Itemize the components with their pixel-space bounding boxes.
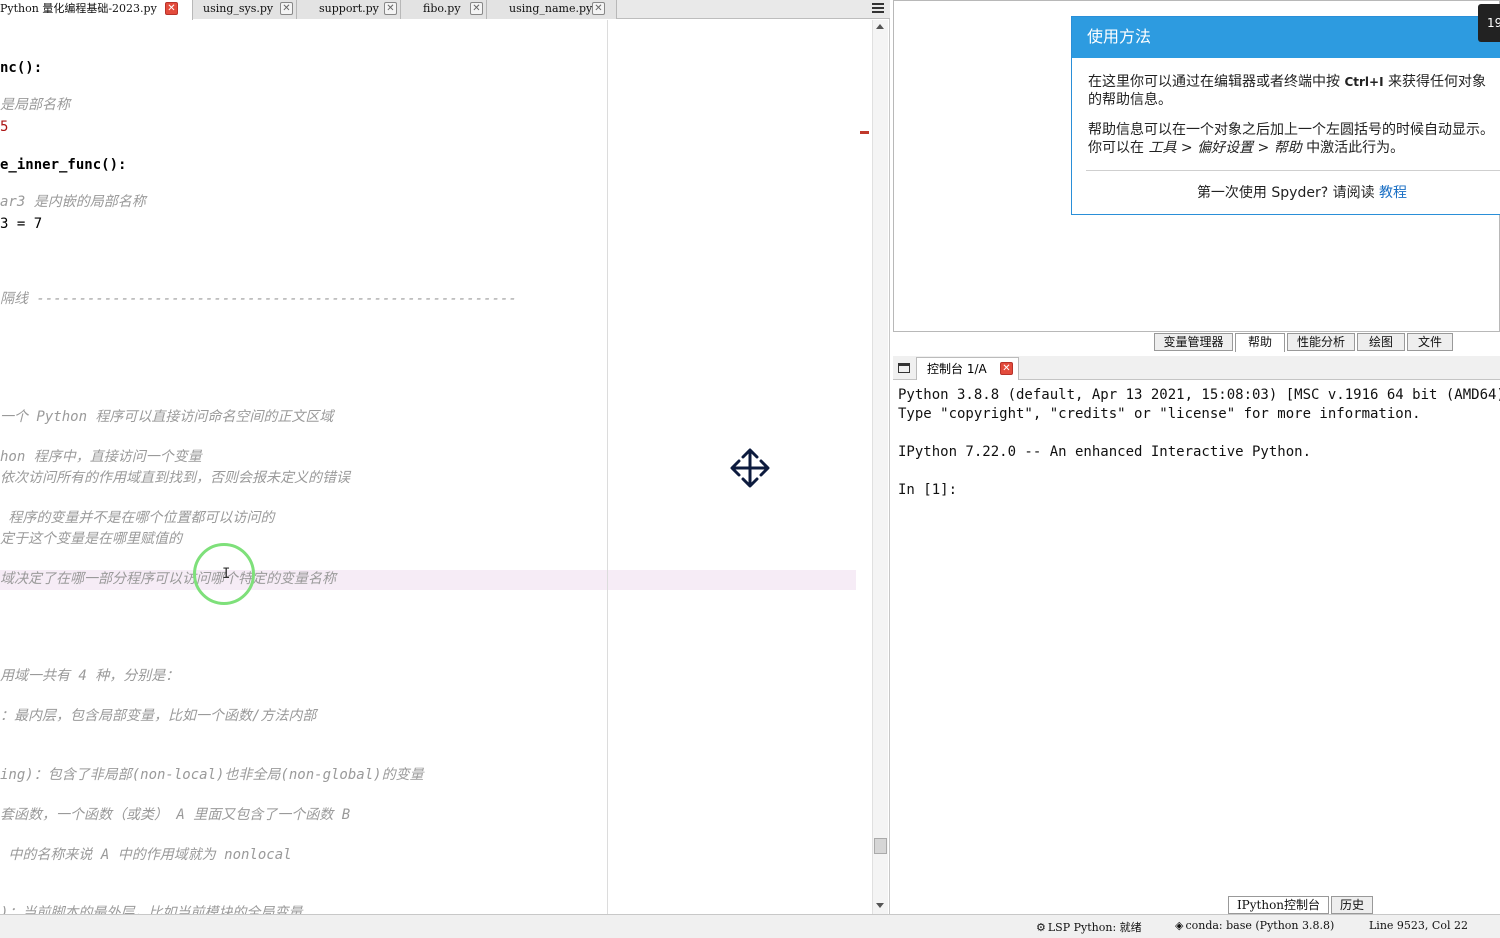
editor-tab-label: using_name.py bbox=[509, 2, 593, 15]
scroll-up-icon[interactable] bbox=[876, 24, 884, 29]
code-line: 程序的变量并不是在哪个位置都可以访问的 bbox=[0, 510, 275, 526]
code-line: 是局部名称 bbox=[0, 97, 70, 113]
editor-tab-using-sys[interactable]: using_sys.py ✕ bbox=[193, 0, 297, 19]
hamburger-menu-icon[interactable] bbox=[870, 1, 886, 17]
console-tab[interactable]: 控制台 1/A ✕ bbox=[916, 357, 1019, 380]
tab-plots[interactable]: 绘图 bbox=[1357, 333, 1405, 351]
editor-tab-main[interactable]: Python 量化编程基础-2023.py ✕ bbox=[0, 0, 193, 20]
console-line: Python 3.8.8 (default, Apr 13 2021, 15:0… bbox=[898, 387, 1500, 403]
code-line: 一个 Python 程序可以直接访问命名空间的正文区域 bbox=[0, 409, 334, 425]
corner-badge: 19 bbox=[1478, 4, 1500, 42]
code-line: ing)：包含了非局部(non-local)也非全局(non-global)的变… bbox=[0, 767, 424, 783]
console-line: IPython 7.22.0 -- An enhanced Interactiv… bbox=[898, 444, 1312, 460]
editor-scrollbar[interactable] bbox=[872, 20, 888, 914]
tutorial-link[interactable]: 教程 bbox=[1379, 185, 1407, 201]
console-tab-label: 控制台 1/A bbox=[927, 362, 987, 376]
code-line: 3 = 7 bbox=[0, 216, 43, 232]
code-line: 中的名称来说 A 中的作用域就为 nonlocal bbox=[0, 847, 292, 863]
status-bar: ⚙ LSP Python: 就绪 ◈ conda: base (Python 3.8… bbox=[0, 914, 1500, 938]
move-cursor-icon bbox=[730, 448, 770, 488]
code-line: 用域一共有 4 种，分别是： bbox=[0, 668, 180, 684]
close-icon[interactable]: ✕ bbox=[384, 2, 397, 15]
editor-tab-bar: Python 量化编程基础-2023.py ✕ using_sys.py ✕ s… bbox=[0, 0, 890, 20]
code-line: )：当前脚本的最外层，比如当前模块的全局变量 bbox=[0, 905, 303, 914]
editor-tab-using-name[interactable]: using_name.py ✕ bbox=[487, 0, 617, 19]
tab-help[interactable]: 帮助 bbox=[1235, 333, 1285, 352]
editor-tab-fibo[interactable]: fibo.py ✕ bbox=[401, 0, 487, 19]
close-icon[interactable]: ✕ bbox=[592, 2, 605, 15]
tab-history[interactable]: 历史 bbox=[1331, 896, 1373, 914]
code-line: 依次访问所有的作用域直到找到，否则会报未定义的错误 bbox=[0, 470, 350, 486]
code-line: hon 程序中，直接访问一个变量 bbox=[0, 449, 202, 465]
cursor-position: Line 9523, Col 22 bbox=[1369, 919, 1468, 932]
cube-icon: ◈ bbox=[1175, 919, 1184, 932]
browse-tabs-icon[interactable] bbox=[898, 363, 910, 373]
editor-tab-support[interactable]: support.py ✕ bbox=[297, 0, 401, 19]
help-card-title: 使用方法 bbox=[1072, 17, 1500, 58]
code-line: 套函数，一个函数（或类） A 里面又包含了一个函数 B bbox=[0, 807, 351, 823]
code-line: 5 bbox=[0, 119, 9, 135]
editor-tab-label: Python 量化编程基础-2023.py bbox=[0, 2, 157, 15]
help-first-time: 第一次使用 Spyder? 请阅读 教程 bbox=[1196, 185, 1408, 201]
lsp-status: ⚙ LSP Python: 就绪 bbox=[1036, 921, 1142, 934]
tab-variable-explorer[interactable]: 变量管理器 bbox=[1154, 333, 1233, 351]
edge-guide-line bbox=[607, 20, 608, 914]
console-tab-bar: 控制台 1/A ✕ bbox=[893, 356, 1500, 380]
code-area[interactable]: nc(): 是局部名称 5 e_inner_func(): ar3 是内嵌的局部… bbox=[0, 20, 856, 914]
console-prompt[interactable]: In [1]: bbox=[898, 481, 957, 499]
code-line: 域决定了在哪一部分程序可以访问哪个特定的变量名称 bbox=[0, 571, 336, 587]
console-output[interactable]: Python 3.8.8 (default, Apr 13 2021, 15:0… bbox=[893, 380, 1500, 895]
code-line: 定于这个变量是在哪里赋值的 bbox=[0, 531, 182, 547]
divider bbox=[1086, 170, 1500, 171]
close-icon[interactable]: ✕ bbox=[1000, 362, 1013, 375]
help-paragraph-1: 在这里你可以通过在编辑器或者终端中按 Ctrl+I 来获得任何对象的帮助信息。 bbox=[1088, 74, 1486, 108]
code-line: nc(): bbox=[0, 60, 43, 76]
conda-status: ◈ conda: base (Python 3.8.8) bbox=[1175, 919, 1335, 932]
code-line: e_inner_func(): bbox=[0, 157, 127, 173]
code-line: 隔线 -------------------------------------… bbox=[0, 291, 517, 307]
tab-ipython-console[interactable]: IPython控制台 bbox=[1228, 896, 1329, 914]
scrollbar-thumb[interactable] bbox=[874, 838, 887, 854]
editor-tab-label: support.py bbox=[319, 2, 379, 15]
editor-tab-label: fibo.py bbox=[423, 2, 461, 15]
close-icon[interactable]: ✕ bbox=[165, 2, 178, 15]
editor-tab-label: using_sys.py bbox=[203, 2, 274, 15]
scroll-down-icon[interactable] bbox=[876, 903, 884, 908]
console-line: Type "copyright", "credits" or "license"… bbox=[898, 406, 1421, 422]
text-cursor-icon: I bbox=[222, 566, 231, 582]
tab-profiler[interactable]: 性能分析 bbox=[1287, 333, 1355, 351]
code-line: ：最内层，包含局部变量，比如一个函数/方法内部 bbox=[0, 708, 317, 724]
error-flag-marker[interactable] bbox=[860, 131, 869, 134]
close-icon[interactable]: ✕ bbox=[280, 2, 293, 15]
tab-files[interactable]: 文件 bbox=[1407, 333, 1453, 351]
editor-pane: Python 量化编程基础-2023.py ✕ using_sys.py ✕ s… bbox=[0, 0, 890, 914]
help-usage-card: 使用方法 在这里你可以通过在编辑器或者终端中按 Ctrl+I 来获得任何对象的帮… bbox=[1071, 16, 1500, 215]
help-paragraph-2: 帮助信息可以在一个对象之后加上一个左圆括号的时候自动显示。 你可以在 工具 > … bbox=[1088, 122, 1494, 156]
close-icon[interactable]: ✕ bbox=[470, 2, 483, 15]
code-line: ar3 是内嵌的局部名称 bbox=[0, 194, 146, 210]
lsp-icon: ⚙ bbox=[1036, 921, 1046, 934]
